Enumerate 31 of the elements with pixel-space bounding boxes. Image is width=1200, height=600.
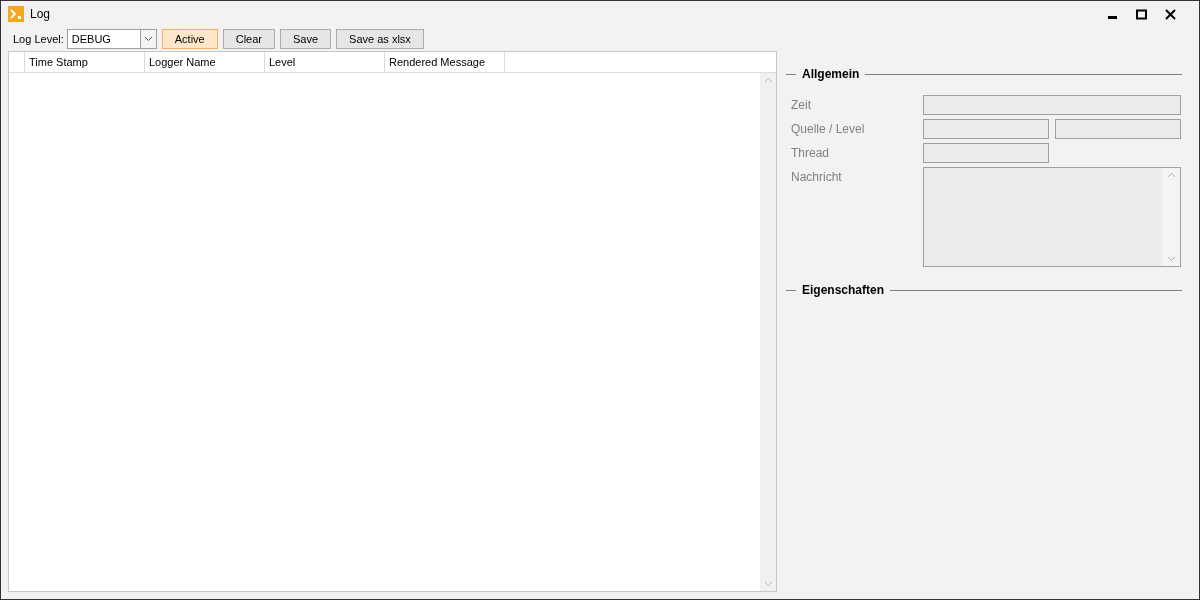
text-field[interactable] [923,143,1049,163]
scroll-up-icon[interactable] [1166,172,1176,178]
column-header[interactable]: Time Stamp [25,52,145,72]
text-field[interactable] [923,119,1049,139]
field-label: Quelle / Level [791,121,866,138]
scrollbar[interactable] [760,73,776,591]
section-title: Allgemein [802,66,860,83]
section-title: Eigenschaften [802,282,885,299]
toolbar-button[interactable]: Active [161,29,218,49]
field-label: Zeit [791,97,812,114]
scroll-down-icon[interactable] [1166,256,1176,262]
message-field[interactable] [923,167,1181,267]
window-title: Log [30,6,51,23]
text-field[interactable] [1055,119,1181,139]
close-icon[interactable] [1165,8,1176,20]
column-header[interactable]: Level [265,52,385,72]
toolbar-button[interactable]: Save as xlsx [336,29,424,49]
log-level-label: Log Level: [13,31,64,47]
scroll-down-icon[interactable] [763,581,773,587]
scroll-up-icon[interactable] [763,77,773,83]
field-label: Nachricht [791,169,843,186]
chevron-down-icon [143,36,153,42]
maximize-icon[interactable] [1136,8,1147,20]
log-level-dropdown[interactable]: DEBUG [66,29,157,49]
text-field[interactable] [923,95,1181,115]
column-header[interactable]: Rendered Message [385,52,505,72]
column-header[interactable]: Logger Name [145,52,265,72]
toolbar-button[interactable]: Save [280,29,332,49]
toolbar-button[interactable]: Clear [222,29,276,49]
field-label: Thread [791,145,831,162]
app-icon [8,6,24,22]
